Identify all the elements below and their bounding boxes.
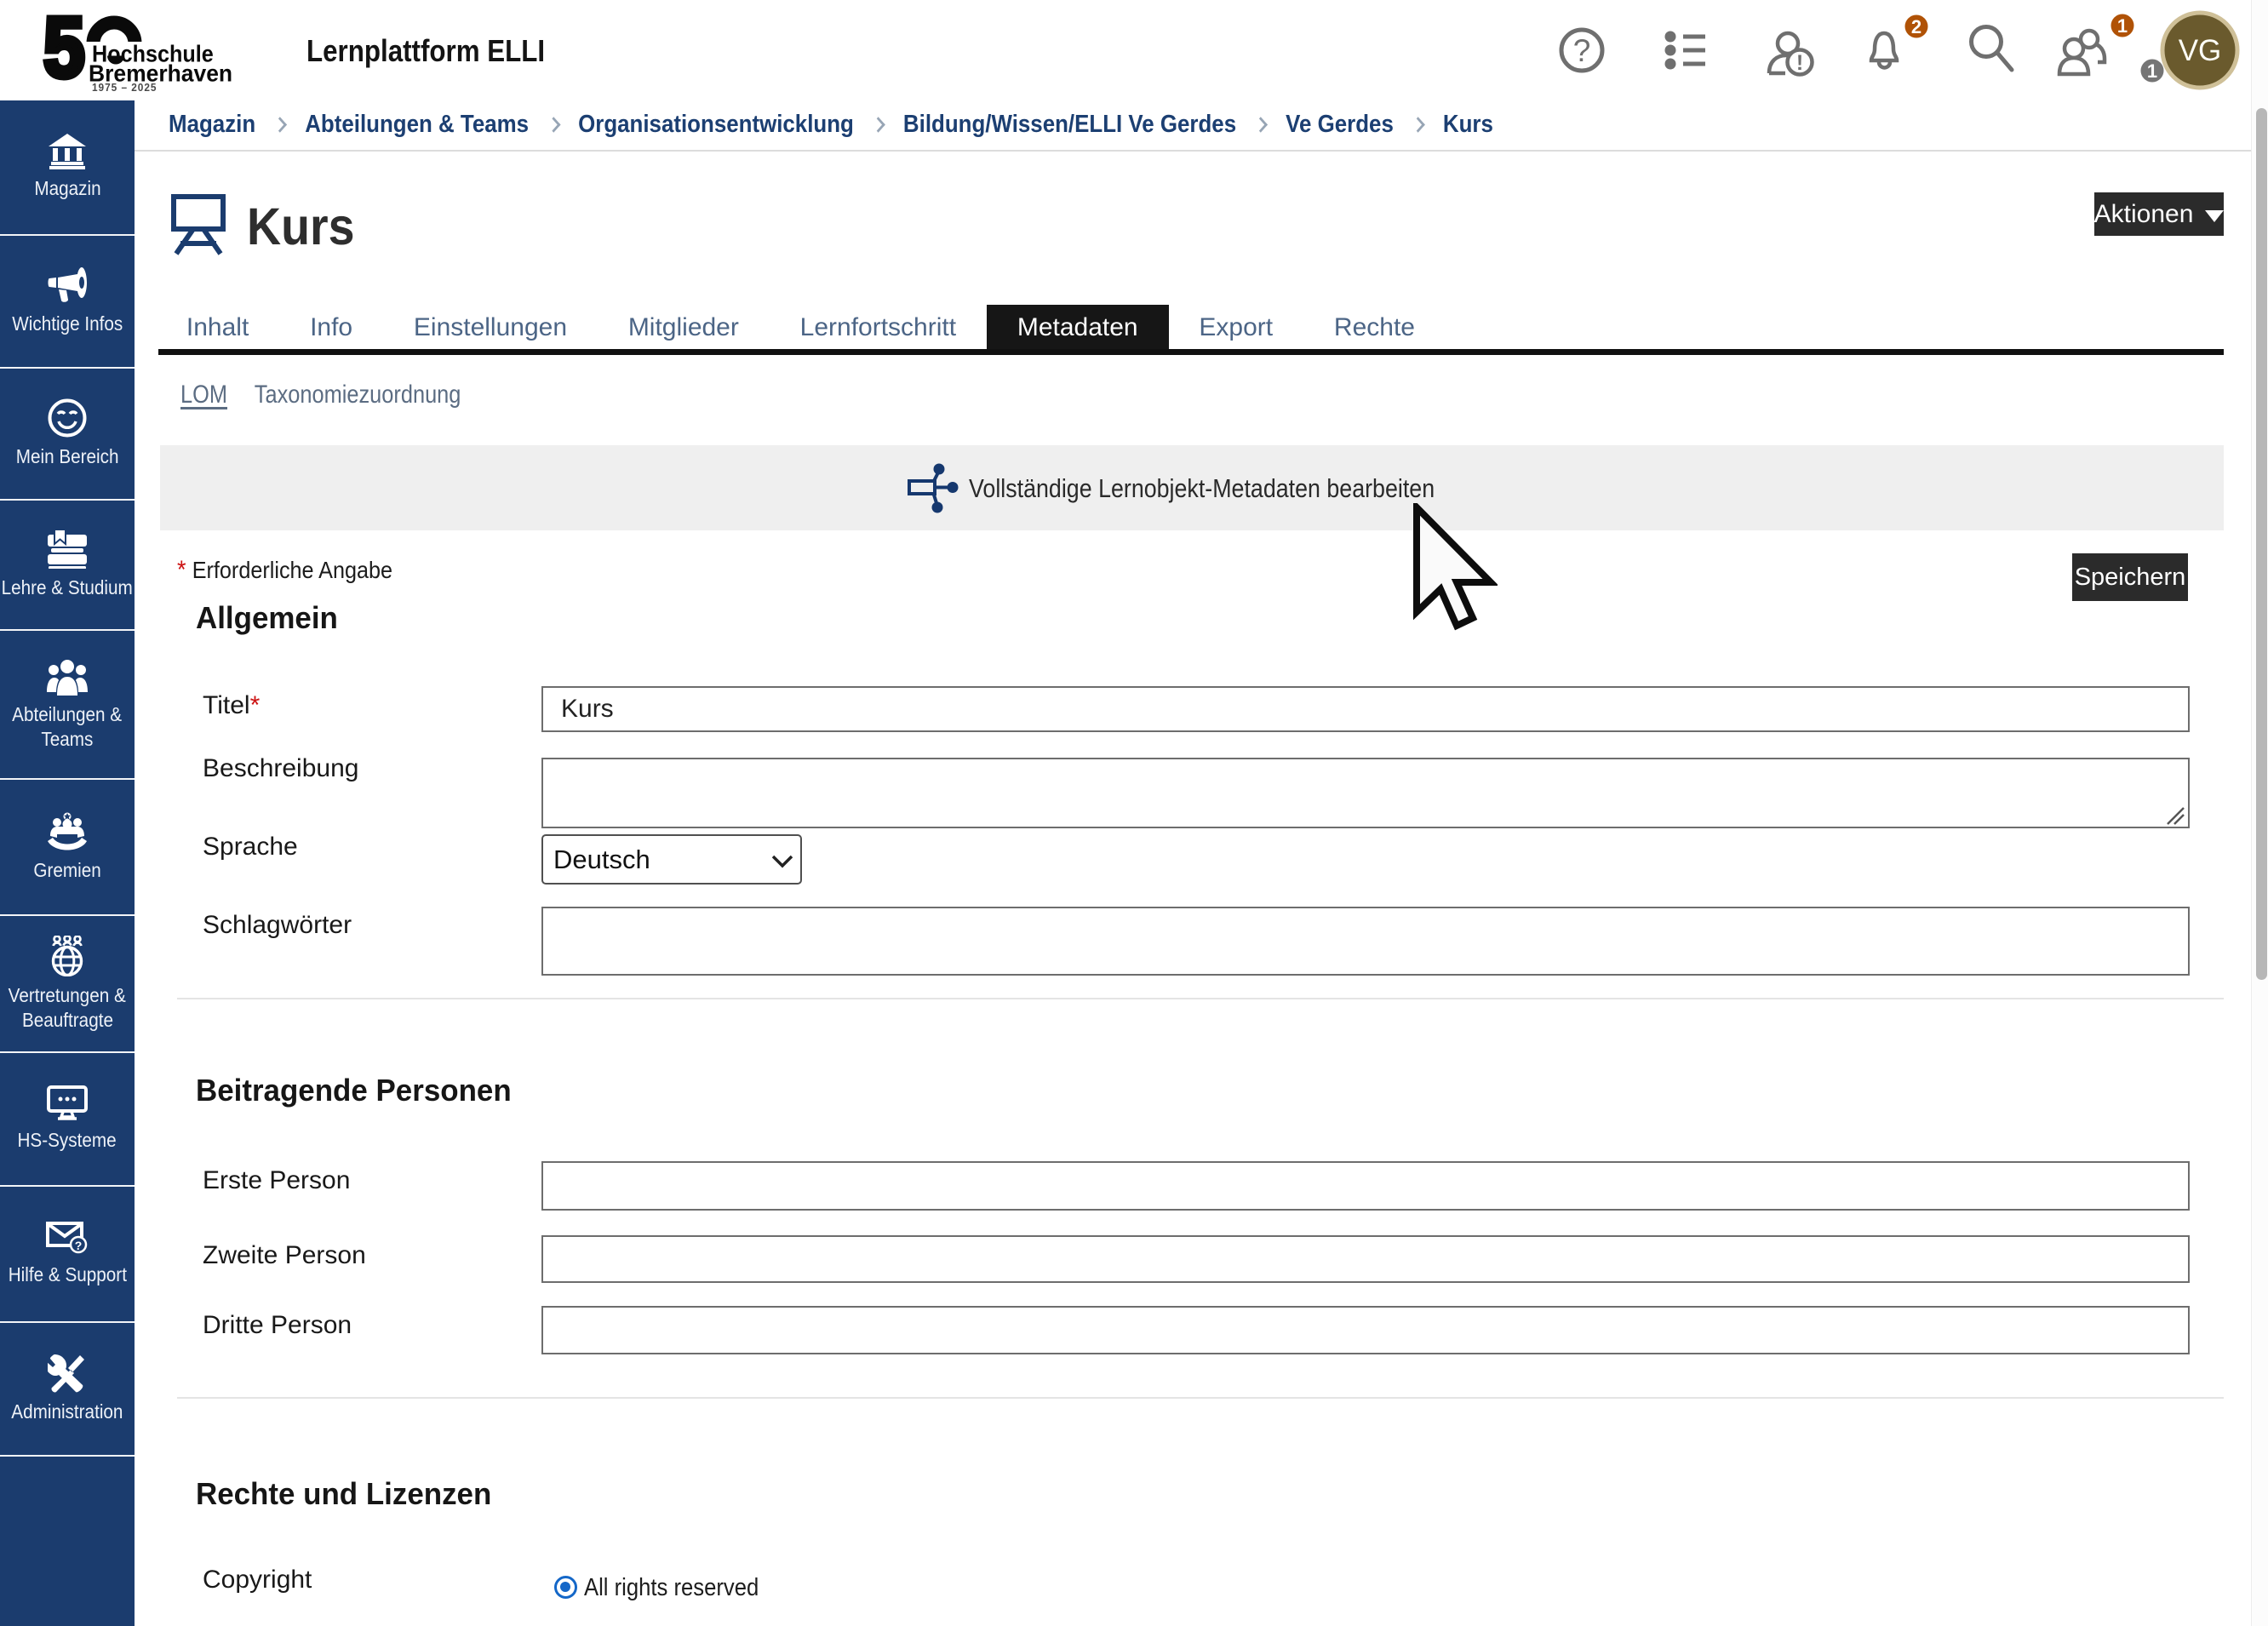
svg-text:1975 – 2025: 1975 – 2025 [92, 82, 157, 94]
svg-text:!: ! [1796, 51, 1803, 75]
svg-text:?: ? [1573, 33, 1591, 68]
svg-text:1: 1 [2147, 60, 2157, 82]
svg-text:?: ? [75, 1239, 83, 1252]
svg-text:2: 2 [1911, 16, 1922, 37]
svg-text:1: 1 [2117, 15, 2128, 37]
svg-text:VG: VG [2179, 34, 2222, 67]
svg-text:5: 5 [43, 5, 85, 94]
